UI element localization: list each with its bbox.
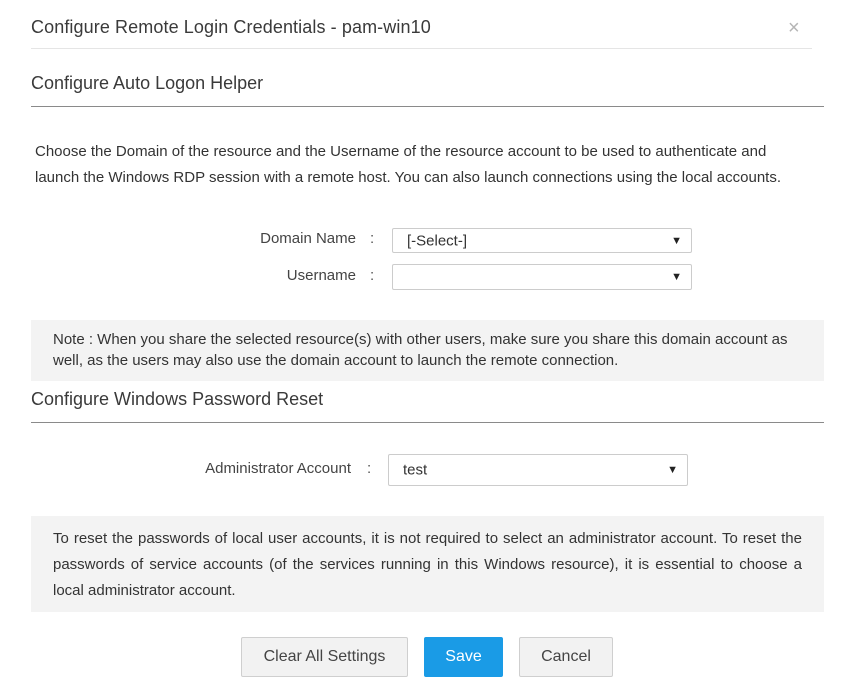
info-text: To reset the passwords of local user acc… xyxy=(53,530,802,599)
dialog-title: Configure Remote Login Credentials - pam… xyxy=(31,17,431,37)
chevron-down-icon: ▼ xyxy=(671,270,682,283)
note-text: Note : When you share the selected resou… xyxy=(53,331,788,369)
save-button[interactable]: Save xyxy=(424,637,503,677)
auto-logon-divider xyxy=(31,106,824,107)
chevron-down-icon: ▼ xyxy=(667,463,678,476)
close-icon[interactable]: × xyxy=(788,18,800,38)
password-reset-heading: Configure Windows Password Reset xyxy=(31,389,324,409)
cancel-button[interactable]: Cancel xyxy=(519,637,613,677)
admin-account-label: Administrator Account xyxy=(205,460,351,477)
admin-account-select[interactable]: test ▼ xyxy=(388,454,688,486)
admin-account-colon: : xyxy=(367,460,372,477)
auto-logon-description: Choose the Domain of the resource and th… xyxy=(35,143,781,186)
domain-name-value: [-Select-] xyxy=(407,232,468,249)
title-divider xyxy=(31,48,812,49)
username-select[interactable]: ▼ xyxy=(392,264,692,290)
domain-name-select[interactable]: [-Select-] ▼ xyxy=(392,228,692,253)
admin-account-value: test xyxy=(403,461,428,479)
domain-share-note: Note : When you share the selected resou… xyxy=(31,320,824,381)
clear-all-settings-button[interactable]: Clear All Settings xyxy=(241,637,408,677)
password-reset-info: To reset the passwords of local user acc… xyxy=(31,516,824,612)
auto-logon-heading: Configure Auto Logon Helper xyxy=(31,73,264,93)
domain-name-colon: : xyxy=(370,230,375,247)
username-label: Username xyxy=(286,267,356,284)
username-colon: : xyxy=(370,267,375,284)
password-reset-divider xyxy=(31,422,824,423)
domain-name-label: Domain Name xyxy=(260,230,356,247)
chevron-down-icon: ▼ xyxy=(671,234,682,247)
